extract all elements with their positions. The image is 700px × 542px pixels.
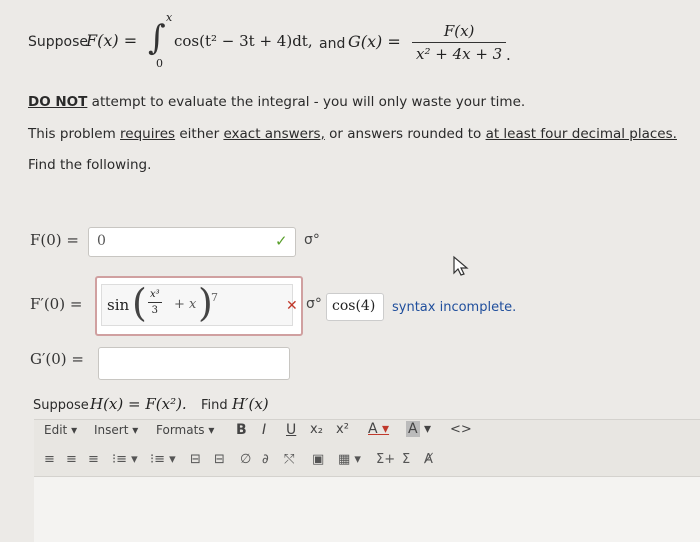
formats-menu-label: Formats xyxy=(156,423,205,437)
part-h-def: H(x) = F(x²). xyxy=(90,395,187,413)
problem-and: and xyxy=(319,36,346,52)
gp0-label: G′(0) = xyxy=(30,350,84,368)
italic-button[interactable]: I xyxy=(262,422,266,438)
fp0-frac-den: 3 xyxy=(147,302,163,316)
editor-text-area[interactable] xyxy=(34,476,700,542)
preview-sigma-icon: σ° xyxy=(304,232,320,248)
highlight-color-button[interactable]: A ▾ xyxy=(406,421,431,437)
integral-lower: 0 xyxy=(156,57,163,70)
outdent-icon[interactable]: ⊟ xyxy=(190,452,201,467)
text-color-label: A xyxy=(368,421,378,437)
G-numerator: F(x) xyxy=(443,22,475,40)
fp0-preview-button[interactable]: σ° xyxy=(302,295,326,319)
do-not-text: DO NOT xyxy=(28,94,88,110)
mouse-cursor-icon xyxy=(453,255,469,276)
fp0-frac-num: x³ xyxy=(150,289,160,300)
fp0-preview-text: cos(4) xyxy=(332,298,376,314)
table-glyph: ▦ xyxy=(338,452,351,467)
instruction-line-2-a: This problem xyxy=(28,126,116,142)
incorrect-x-icon: ✕ xyxy=(286,298,298,314)
bullet-list-glyph: ⁝≡ xyxy=(112,452,128,467)
instruction-line-2-b: either xyxy=(179,126,220,142)
instruction-line-1: DO NOT attempt to evaluate the integral … xyxy=(28,94,525,110)
problem-G-def: G(x) = xyxy=(348,32,401,51)
four-decimal-text: at least four decimal places. xyxy=(485,126,677,142)
correct-check-icon: ✓ xyxy=(275,232,288,250)
part-h-hprime: H′(x) xyxy=(232,395,269,413)
part-h-find: Find xyxy=(201,398,228,413)
part-h-suppose: Suppose xyxy=(33,398,89,413)
instruction-line-2-c: or answers rounded to xyxy=(329,126,482,142)
left-paren: ( xyxy=(132,281,147,325)
f0-preview-button[interactable]: σ° xyxy=(297,228,325,254)
instruction-line-1-rest: attempt to evaluate the integral - you w… xyxy=(91,94,526,110)
fp0-answer-input[interactable]: sin ( x³ 3 + x ) 7 xyxy=(95,276,303,336)
f0-answer-value: 0 xyxy=(97,233,106,249)
fp0-status: syntax incomplete. xyxy=(392,300,517,315)
instruction-line-2: This problem requires either exact answe… xyxy=(28,126,677,142)
preview-sigma-icon-2: σ° xyxy=(306,296,322,312)
fp0-seven: 7 xyxy=(211,291,218,304)
gp0-answer-input[interactable] xyxy=(98,347,290,380)
indent-icon[interactable]: ⊟ xyxy=(214,452,225,467)
fp0-plus-x: + x xyxy=(174,297,197,312)
instruction-line-3: Find the following. xyxy=(28,157,152,173)
integral-upper: x xyxy=(166,11,173,24)
source-code-button[interactable]: <> xyxy=(450,422,472,437)
unlink-icon[interactable]: ⤲ xyxy=(284,452,294,467)
numbered-list-glyph: ⁝≡ xyxy=(150,452,166,467)
fp0-preview-box: cos(4) xyxy=(326,293,384,321)
image-icon[interactable]: ▣ xyxy=(312,452,324,467)
link-icon[interactable]: ∅ xyxy=(240,452,251,467)
fp0-sin: sin xyxy=(107,296,130,314)
highlight-color-label: A xyxy=(406,421,420,437)
numbered-list-icon[interactable]: ⁝≡ ▾ xyxy=(150,452,176,467)
insert-menu-label: Insert xyxy=(94,423,129,437)
fp0-label: F′(0) = xyxy=(30,295,83,313)
superscript-button[interactable]: x² xyxy=(336,422,349,437)
align-right-icon[interactable]: ≡ xyxy=(88,452,99,467)
G-fraction: F(x) x² + 4x + 3 xyxy=(412,22,507,63)
integral-sign: ∫ xyxy=(148,18,166,58)
G-denominator: x² + 4x + 3 xyxy=(412,42,507,63)
problem-suppose: Suppose xyxy=(28,34,89,50)
align-left-icon[interactable]: ≡ xyxy=(44,452,55,467)
problem-F-def: F(x) = xyxy=(86,31,138,50)
anchor-icon[interactable]: ∂ xyxy=(262,452,269,467)
edit-menu-label: Edit xyxy=(44,423,68,437)
underline-button[interactable]: U xyxy=(286,422,296,438)
text-color-button[interactable]: A ▾ xyxy=(368,421,389,437)
f0-answer-input[interactable]: 0 ✓ xyxy=(88,227,296,257)
edit-menu[interactable]: Edit ▾ xyxy=(44,423,77,437)
bold-button[interactable]: B xyxy=(236,422,247,438)
fp0-fraction: x³ 3 xyxy=(146,289,164,316)
spellcheck-icon[interactable]: Ⱥ xyxy=(424,452,433,467)
insert-menu[interactable]: Insert ▾ xyxy=(94,423,138,437)
problem-period: . xyxy=(506,46,511,64)
fp0-math-field[interactable]: sin ( x³ 3 + x ) 7 xyxy=(101,281,293,326)
exact-answers-text: exact answers, xyxy=(223,126,325,142)
formats-menu[interactable]: Formats ▾ xyxy=(156,423,214,437)
integrand: cos(t² − 3t + 4)dt, xyxy=(174,32,313,50)
subscript-button[interactable]: x₂ xyxy=(310,422,323,437)
bullet-list-icon[interactable]: ⁝≡ ▾ xyxy=(112,452,138,467)
f0-label: F(0) = xyxy=(30,231,79,249)
equation-add-icon[interactable]: Σ+ xyxy=(376,452,395,467)
align-center-icon[interactable]: ≡ xyxy=(66,452,77,467)
requires-text: requires xyxy=(120,126,176,142)
equation-icon[interactable]: Σ xyxy=(402,452,410,467)
table-icon[interactable]: ▦ ▾ xyxy=(338,452,361,467)
